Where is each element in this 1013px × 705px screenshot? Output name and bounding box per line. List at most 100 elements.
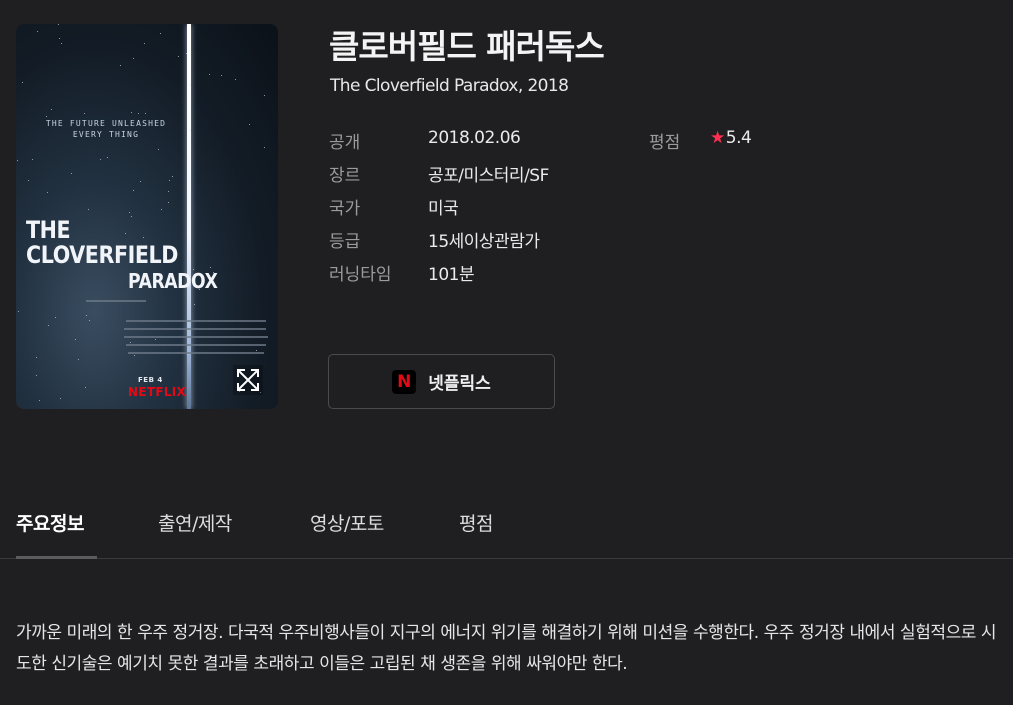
poster-star xyxy=(71,173,72,174)
poster-star xyxy=(88,209,89,210)
poster-star xyxy=(59,38,60,39)
movie-poster[interactable]: THE FUTURE UNLEASHED EVERY THING THE CLO… xyxy=(16,24,278,409)
poster-star xyxy=(28,180,29,181)
country-value: 미국 xyxy=(428,199,459,219)
poster-star xyxy=(89,320,90,321)
poster-star xyxy=(140,181,141,182)
poster-credit-line xyxy=(86,300,146,302)
poster-star xyxy=(36,375,37,376)
poster-star xyxy=(18,311,19,312)
poster-star xyxy=(133,190,134,191)
poster-star xyxy=(130,342,131,343)
poster-star xyxy=(39,400,40,401)
score-label: 평점 xyxy=(649,133,681,153)
poster-star xyxy=(194,304,195,305)
poster-star xyxy=(256,350,257,351)
poster-star xyxy=(209,74,210,75)
poster-star xyxy=(169,180,170,181)
poster-star xyxy=(120,65,121,66)
poster-credit-line xyxy=(128,352,264,354)
poster-star xyxy=(36,357,37,358)
poster-star xyxy=(32,159,33,160)
poster-star xyxy=(145,113,146,114)
poster-star xyxy=(47,192,48,193)
tab-reviews[interactable]: 평점 xyxy=(459,509,493,536)
poster-star xyxy=(187,354,188,355)
poster-star xyxy=(78,359,79,360)
tab-video-photo[interactable]: 영상/포토 xyxy=(310,509,384,536)
poster-star xyxy=(84,113,85,114)
poster-star xyxy=(75,339,76,340)
poster-star xyxy=(264,147,265,148)
poster-star xyxy=(144,43,145,44)
netflix-button-label: 넷플릭스 xyxy=(428,374,491,394)
tab-cast-crew[interactable]: 출연/제작 xyxy=(158,509,232,536)
netflix-watch-button[interactable]: N 넷플릭스 xyxy=(328,354,555,409)
poster-star xyxy=(48,325,49,326)
poster-star xyxy=(58,24,59,25)
poster-star xyxy=(60,398,61,399)
poster-credit-line xyxy=(124,328,266,330)
poster-star xyxy=(221,75,222,76)
poster-star xyxy=(51,109,52,110)
poster-star xyxy=(138,113,139,114)
movie-original-title: The Cloverfield Paradox, 2018 xyxy=(330,76,569,96)
tab-main-info[interactable]: 주요정보 xyxy=(16,509,84,536)
poster-star xyxy=(86,315,87,316)
detail-tabs: 주요정보 출연/제작 영상/포토 평점 xyxy=(0,505,1013,559)
poster-star xyxy=(155,339,156,340)
netflix-icon: N xyxy=(392,369,417,394)
runtime-label: 러닝타임 xyxy=(329,265,392,285)
poster-star xyxy=(61,43,62,44)
poster-star xyxy=(190,84,191,85)
poster-credit-line xyxy=(126,344,266,346)
poster-star xyxy=(161,209,162,210)
poster-star xyxy=(186,53,187,54)
poster-star xyxy=(249,124,250,125)
movie-title: 클로버필드 패러독스 xyxy=(329,27,605,66)
poster-star xyxy=(100,159,101,160)
active-tab-indicator xyxy=(16,556,97,559)
poster-star xyxy=(131,112,132,113)
expand-icon[interactable] xyxy=(233,365,263,395)
poster-star xyxy=(133,58,134,59)
poster-star xyxy=(172,176,173,177)
poster-star xyxy=(160,33,161,34)
score-value: ★ 5.4 xyxy=(710,128,752,148)
age-rating-label: 등급 xyxy=(329,232,361,252)
poster-star xyxy=(158,149,159,150)
age-rating-value: 15세이상관람가 xyxy=(428,232,540,252)
poster-star xyxy=(235,79,236,80)
genre-value: 공포/미스터리/SF xyxy=(428,166,549,186)
genre-label: 장르 xyxy=(329,166,361,186)
country-label: 국가 xyxy=(329,199,361,219)
release-value: 2018.02.06 xyxy=(428,128,521,148)
poster-date: FEB 4 xyxy=(138,376,163,384)
score-number: 5.4 xyxy=(725,128,752,148)
poster-star xyxy=(210,267,211,268)
poster-star xyxy=(134,355,135,356)
poster-star xyxy=(178,56,179,57)
movie-detail-page: THE FUTURE UNLEASHED EVERY THING THE CLO… xyxy=(0,0,1013,705)
poster-star xyxy=(131,216,132,217)
poster-netflix-logo: NETFLIX xyxy=(128,385,187,399)
poster-star xyxy=(37,31,38,32)
release-label: 공개 xyxy=(329,133,361,153)
poster-star xyxy=(168,191,169,192)
poster-subtitle: PARADOX xyxy=(128,269,218,293)
poster-star xyxy=(22,82,23,83)
poster-star xyxy=(168,202,169,203)
poster-tagline: THE FUTURE UNLEASHED EVERY THING xyxy=(45,119,167,139)
poster-title: THE CLOVERFIELD xyxy=(26,216,178,269)
poster-star xyxy=(107,157,108,158)
synopsis-text: 가까운 미래의 한 우주 정거장. 다국적 우주비행사들이 지구의 에너지 위기… xyxy=(16,623,997,674)
star-icon: ★ xyxy=(710,128,725,148)
poster-credit-line xyxy=(126,320,266,322)
poster-credit-line xyxy=(124,336,268,338)
poster-star xyxy=(85,387,86,388)
poster-star xyxy=(55,317,56,318)
poster-star xyxy=(17,160,18,161)
poster-star xyxy=(46,116,47,117)
poster-star xyxy=(264,95,265,96)
runtime-value: 101분 xyxy=(428,265,475,285)
